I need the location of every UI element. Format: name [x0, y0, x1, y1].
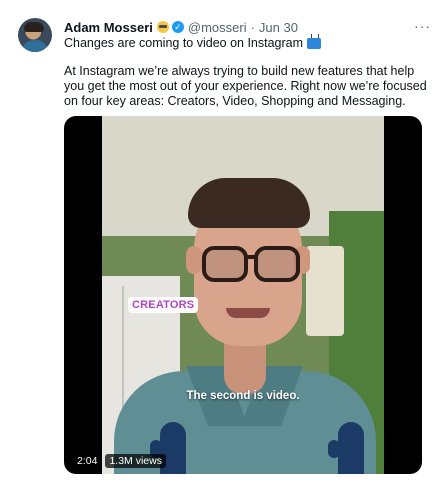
person-hair [188, 178, 310, 228]
tv-emoji-icon [307, 37, 322, 49]
verified-badge-icon: ✓ [171, 21, 184, 33]
creators-sticker: CREATORS [128, 297, 199, 313]
avatar-shirt [22, 40, 48, 52]
author-name[interactable]: Adam Mosseri [64, 20, 153, 35]
avatar-hair [24, 22, 44, 32]
glasses-bridge [244, 255, 256, 259]
author-handle[interactable]: @mosseri [188, 20, 247, 35]
glasses-left-lens [202, 246, 248, 282]
more-icon[interactable]: ··· [414, 18, 431, 34]
glasses-right-lens [254, 246, 300, 282]
background-fixture [306, 246, 344, 336]
shirt-print-cactus-right [328, 422, 364, 474]
tweet-date[interactable]: Jun 30 [259, 20, 298, 35]
tweet-line1-text: Changes are coming to video on Instagram [64, 36, 304, 50]
video-views: 1.3M views [105, 454, 166, 468]
person-mouth [226, 308, 270, 318]
video-duration: 2:04 [73, 454, 102, 468]
sunglasses-emoji-icon [156, 21, 169, 33]
video-player[interactable]: CREATORS The second is video. 2:04 1.3M … [64, 116, 422, 474]
ear-left [186, 246, 202, 274]
video-caption: The second is video. [186, 390, 300, 402]
tweet-body: At Instagram we’re always trying to buil… [64, 64, 427, 108]
video-frame [102, 116, 384, 474]
tweet-line1: Changes are coming to video on Instagram [64, 36, 322, 50]
tweet-card[interactable]: Adam Mosseri ✓ @mosseri · Jun 30 ··· Cha… [0, 0, 445, 484]
video-badges: 2:04 1.3M views [73, 454, 166, 468]
avatar[interactable] [18, 18, 52, 52]
tweet-header: Adam Mosseri ✓ @mosseri · Jun 30 ··· [64, 18, 431, 36]
separator: · [250, 19, 255, 35]
